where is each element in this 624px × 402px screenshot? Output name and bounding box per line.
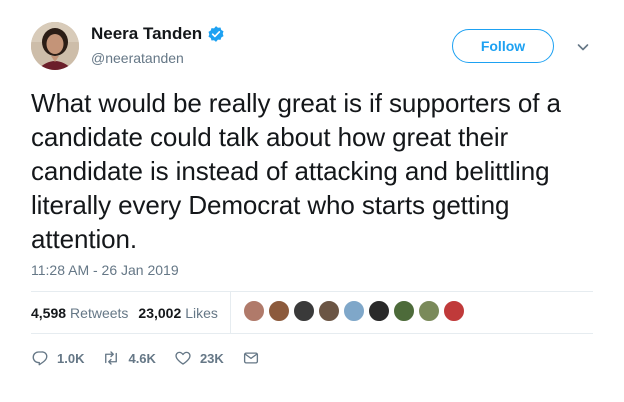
tweet-card: Neera Tanden @neeratanden Follow What wo… bbox=[0, 0, 624, 402]
reply-count: 1.0K bbox=[57, 350, 85, 366]
stats-separator bbox=[230, 292, 231, 333]
author-row: Neera Tanden bbox=[91, 24, 225, 44]
verified-badge-icon bbox=[208, 26, 224, 42]
liker-avatars bbox=[243, 300, 468, 322]
author-name[interactable]: Neera Tanden bbox=[91, 24, 202, 44]
like-button[interactable]: 23K bbox=[174, 349, 224, 367]
retweets-count: 4,598 bbox=[31, 304, 67, 321]
author-handle[interactable]: @neeratanden bbox=[91, 50, 184, 66]
direct-message-button[interactable] bbox=[242, 349, 268, 367]
follow-button[interactable]: Follow bbox=[452, 29, 554, 63]
tweet-text: What would be really great is if support… bbox=[31, 88, 561, 254]
tweet-timestamp[interactable]: 11:28 AM - 26 Jan 2019 bbox=[31, 262, 179, 278]
retweet-button[interactable]: 4.6K bbox=[102, 349, 156, 367]
chevron-down-icon[interactable] bbox=[576, 40, 590, 54]
likes-label: Likes bbox=[185, 304, 218, 321]
liker-avatar[interactable] bbox=[393, 300, 415, 322]
divider bbox=[31, 333, 593, 334]
avatar-image bbox=[31, 22, 79, 70]
liker-avatar[interactable] bbox=[318, 300, 340, 322]
avatar[interactable] bbox=[31, 22, 79, 70]
likes-stat[interactable]: 23,002 Likes bbox=[138, 305, 218, 321]
reply-icon bbox=[32, 351, 48, 366]
likes-count: 23,002 bbox=[138, 304, 182, 321]
envelope-icon bbox=[243, 352, 258, 364]
tweet-actions: 1.0K 4.6K 23K bbox=[31, 346, 286, 370]
liker-avatar[interactable] bbox=[343, 300, 365, 322]
retweets-stat[interactable]: 4,598 Retweets bbox=[31, 305, 128, 321]
liker-avatar[interactable] bbox=[268, 300, 290, 322]
retweet-count: 4.6K bbox=[128, 350, 156, 366]
like-count: 23K bbox=[199, 350, 224, 366]
liker-avatar[interactable] bbox=[368, 300, 390, 322]
liker-avatar[interactable] bbox=[418, 300, 440, 322]
liker-avatar[interactable] bbox=[293, 300, 315, 322]
reply-button[interactable]: 1.0K bbox=[31, 349, 84, 367]
heart-icon bbox=[175, 351, 191, 365]
liker-avatar[interactable] bbox=[243, 300, 265, 322]
tweet-stats: 4,598 Retweets 23,002 Likes bbox=[31, 292, 228, 333]
liker-avatar[interactable] bbox=[443, 300, 465, 322]
retweet-icon bbox=[105, 351, 118, 365]
retweets-label: Retweets bbox=[70, 304, 129, 321]
